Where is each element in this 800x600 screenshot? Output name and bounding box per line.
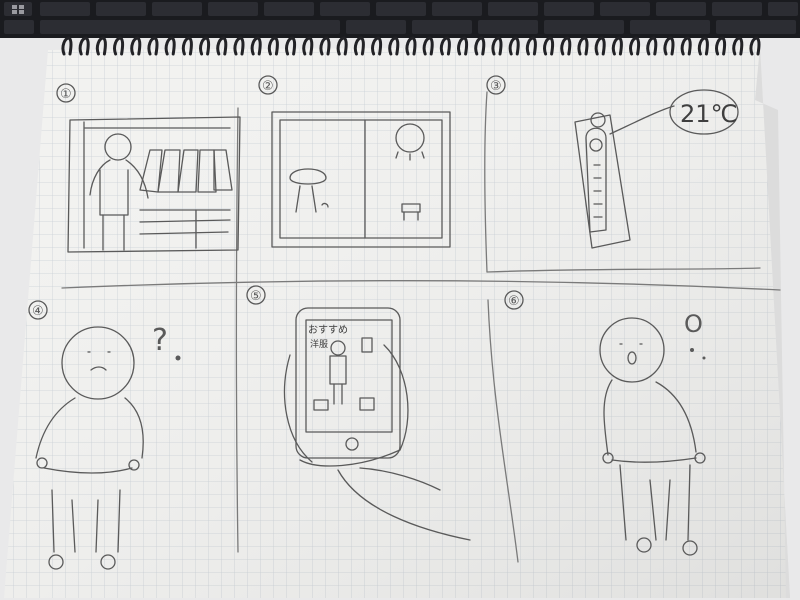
notebook-page — [4, 46, 790, 598]
question-mark: ? — [152, 323, 168, 358]
panel-2-number: ② — [262, 79, 274, 94]
panel-4-number: ④ — [32, 304, 44, 319]
temperature-label: 21℃ — [680, 100, 738, 128]
phone-subtext: 洋服 — [310, 338, 328, 350]
surprise-mark: O — [684, 310, 703, 338]
keyboard — [0, 0, 800, 38]
panel-6-number: ⑥ — [508, 294, 520, 309]
panel-3-number: ③ — [490, 79, 502, 94]
photo: ① ② ③ 21℃ ④ ? ⑤ おすすめ 洋服 ⑥ O — [0, 0, 800, 600]
panel-1-number: ① — [60, 87, 72, 102]
panel-5-number: ⑤ — [250, 289, 262, 304]
phone-header-text: おすすめ — [308, 324, 348, 336]
